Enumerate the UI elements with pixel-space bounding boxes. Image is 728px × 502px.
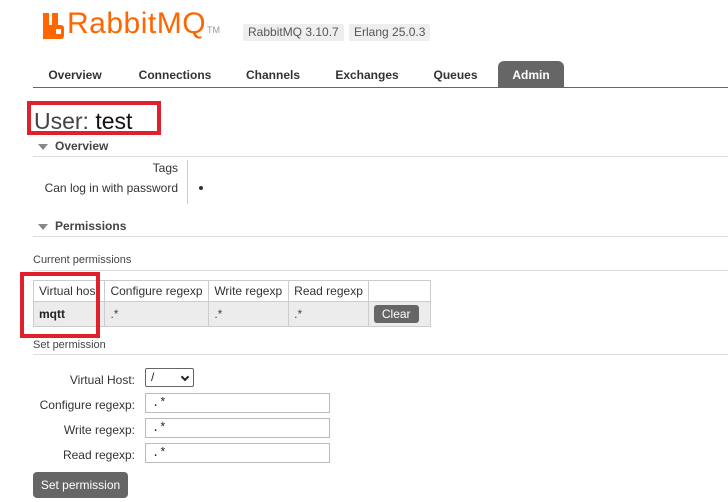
rabbitmq-logo[interactable]: RabbitMQ TM xyxy=(43,9,220,39)
col-configure-regexp: Configure regexp xyxy=(104,280,210,302)
rabbitmq-logo-icon xyxy=(43,13,64,39)
cell-read: .* xyxy=(288,301,369,327)
login-bullet-icon xyxy=(199,186,203,190)
divider xyxy=(33,354,728,355)
main-nav-tabs: Overview Connections Channels Exchanges … xyxy=(33,61,728,88)
tab-connections[interactable]: Connections xyxy=(122,61,228,88)
vhost-field-label: Virtual Host: xyxy=(69,373,135,387)
vhost-select-value: / xyxy=(151,370,155,384)
write-field-label: Write regexp: xyxy=(63,423,135,437)
permissions-section-label: Permissions xyxy=(55,219,127,233)
chevron-down-icon xyxy=(180,372,190,382)
tab-overview[interactable]: Overview xyxy=(33,61,117,88)
divider xyxy=(33,270,728,271)
permissions-section-header[interactable]: Permissions xyxy=(33,216,728,237)
logo-text: RabbitMQ xyxy=(67,7,207,40)
overview-section-label: Overview xyxy=(55,139,109,153)
overview-section-header[interactable]: Overview xyxy=(33,136,728,157)
cell-action: Clear xyxy=(367,301,432,327)
collapse-triangle-icon xyxy=(38,144,48,150)
collapse-triangle-icon xyxy=(38,224,48,230)
current-permissions-label: Current permissions xyxy=(33,254,132,266)
tab-channels[interactable]: Channels xyxy=(233,61,313,88)
rabbitmq-version-badge: RabbitMQ 3.10.7 xyxy=(243,24,344,41)
can-login-label: Can log in with password xyxy=(44,181,178,195)
tab-queues[interactable]: Queues xyxy=(422,61,489,88)
clear-permission-button[interactable]: Clear xyxy=(373,305,419,323)
read-regexp-input[interactable]: .* xyxy=(145,443,330,463)
highlight-box-title xyxy=(27,101,161,135)
highlight-box-vhost xyxy=(20,272,100,338)
configure-field-label: Configure regexp: xyxy=(39,398,135,412)
cell-configure: .* xyxy=(104,301,210,327)
cell-write: .* xyxy=(208,301,290,327)
tab-admin[interactable]: Admin xyxy=(498,61,564,88)
read-field-label: Read regexp: xyxy=(62,448,135,462)
col-write-regexp: Write regexp xyxy=(208,280,290,302)
configure-regexp-input[interactable]: .* xyxy=(145,393,330,413)
erlang-version-badge: Erlang 25.0.3 xyxy=(349,24,431,41)
col-read-regexp: Read regexp xyxy=(288,280,369,302)
col-actions xyxy=(367,280,432,302)
tab-exchanges[interactable]: Exchanges xyxy=(321,61,413,88)
tags-label: Tags xyxy=(152,161,178,175)
logo-trademark: TM xyxy=(207,25,221,35)
set-permission-button[interactable]: Set permission xyxy=(33,472,128,498)
write-regexp-input[interactable]: .* xyxy=(145,418,330,438)
overview-divider xyxy=(187,160,188,204)
vhost-select[interactable]: / xyxy=(145,368,194,387)
set-permission-label: Set permission xyxy=(33,339,106,351)
